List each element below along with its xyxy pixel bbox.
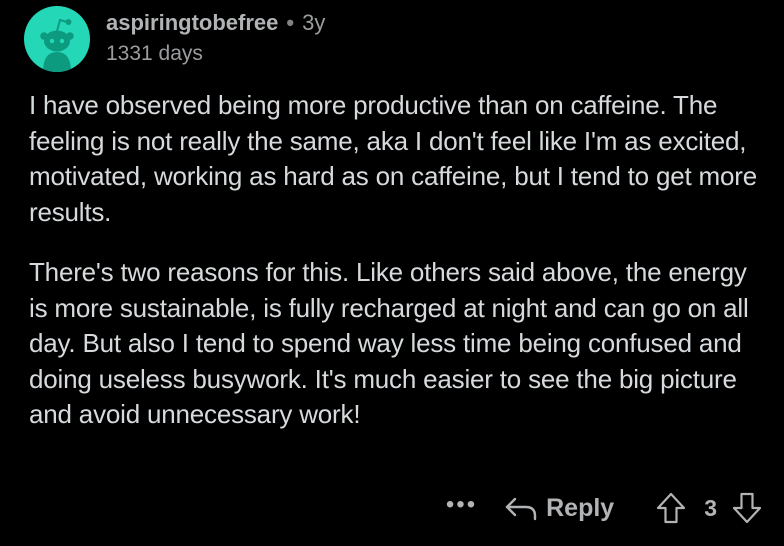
- comment-meta: aspiringtobefree • 3y 1331 days: [106, 9, 325, 68]
- comment-days: 1331 days: [106, 42, 203, 65]
- vote-controls: 3: [654, 491, 764, 525]
- avatar[interactable]: [24, 6, 90, 72]
- vote-count: 3: [704, 495, 717, 521]
- upvote-button[interactable]: [654, 491, 688, 525]
- reply-button[interactable]: Reply: [505, 493, 614, 523]
- comment: aspiringtobefree • 3y 1331 days I have obs…: [0, 0, 784, 546]
- comment-age: 3y: [302, 10, 326, 35]
- downvote-arrow-icon: [732, 492, 762, 524]
- comment-paragraph-2: There's two reasons for this. Like other…: [29, 257, 749, 429]
- comment-body: I have observed being more productive th…: [29, 88, 769, 433]
- reply-label: Reply: [546, 494, 615, 522]
- comment-actions: ••• Reply 3: [446, 488, 764, 528]
- meta-separator: •: [286, 10, 295, 35]
- downvote-button[interactable]: [730, 491, 764, 525]
- snoo-avatar-icon: [40, 18, 74, 72]
- more-options-button[interactable]: •••: [446, 493, 477, 517]
- author-username[interactable]: aspiringtobefree: [106, 10, 278, 35]
- upvote-arrow-icon: [657, 492, 686, 524]
- reply-arrow-icon: [505, 497, 537, 521]
- comment-header: aspiringtobefree • 3y: [106, 9, 325, 37]
- comment-paragraph-1: I have observed being more productive th…: [29, 90, 757, 227]
